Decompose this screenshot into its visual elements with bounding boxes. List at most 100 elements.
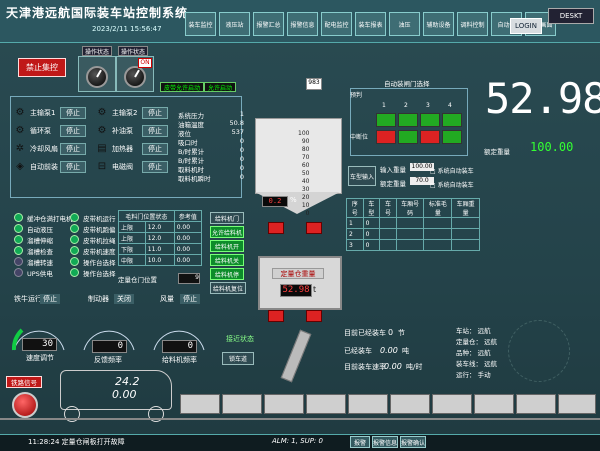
nav-alarm-summary[interactable]: 报警汇总 — [253, 12, 284, 36]
param-value: 1 — [239, 110, 244, 118]
desktop-button[interactable]: DESKT — [548, 8, 594, 24]
nav-hydraulic[interactable]: 液压站 — [219, 12, 250, 36]
status-lamp — [14, 224, 23, 233]
table-row[interactable]: 10 — [346, 217, 480, 229]
table-header: 车型 — [362, 198, 381, 218]
auto-load-option[interactable]: □ 系统自动装车 — [430, 180, 474, 189]
table-cell: 0 — [362, 228, 381, 240]
operation-selector-knob[interactable] — [124, 66, 146, 88]
feeder-reset-button[interactable]: 给料机复位 — [210, 282, 246, 294]
pump-icon: ⚙ — [97, 107, 107, 118]
feeder-open-button[interactable]: 给料机开 — [210, 240, 244, 252]
alarm-info-button[interactable]: 报警信息 — [372, 436, 398, 448]
allow-start-button[interactable]: 允许启动 — [204, 82, 236, 92]
table-cell — [451, 239, 480, 251]
hopper-scale: 100 90 80 70 60 50 40 30 20 10 0 — [298, 130, 309, 218]
nav-alarm-info[interactable]: 报警信息 — [287, 12, 318, 36]
equipment-list-left: ⚙ 主输泵1 停止 ⚙ 循环泵 停止 ✲ 冷却风扇 停止 ◈ 自动前装 停止 — [14, 104, 86, 176]
equipment-state: 停止 — [142, 125, 168, 137]
nav-material[interactable]: 调料控制 — [457, 12, 488, 36]
mode-selector-knob[interactable] — [86, 66, 108, 88]
matrix-cell[interactable] — [442, 130, 462, 144]
table-cell: 12.0 — [144, 232, 175, 244]
rail-car — [474, 394, 514, 414]
feeder-allow-button[interactable]: 允许给料机 — [210, 226, 244, 238]
table-row: 上限 12.0 0.00 — [118, 232, 203, 244]
table-cell: 11.0 — [144, 243, 175, 255]
matrix-cell[interactable] — [398, 130, 418, 144]
status-label: 溜槽转速 — [27, 258, 53, 267]
table-cell: 0 — [362, 239, 381, 251]
table-header: 序号 — [346, 198, 364, 218]
centralized-control-disable-button[interactable]: 禁止集控 — [18, 58, 66, 77]
alarm-ack-button[interactable]: 报警确认 — [400, 436, 426, 448]
gauge-label: 风量 — [160, 295, 174, 303]
equipment-label: 主输泵1 — [30, 109, 56, 117]
matrix-cell[interactable] — [420, 113, 440, 127]
datetime: 2023/2/11 15:56:47 — [92, 25, 162, 33]
track-status-label: 接近状态 — [226, 335, 254, 343]
nav-power[interactable]: 配电监控 — [321, 12, 352, 36]
table-row[interactable]: 20 — [346, 228, 480, 240]
param-row: 取料机时 0 — [178, 164, 244, 174]
status-item: 皮带机速度 — [70, 245, 116, 256]
nav-aux[interactable]: 辅助设备 — [423, 12, 454, 36]
equipment-label: 加热器 — [112, 145, 133, 153]
auto-load-option[interactable]: □ 系统自动装车 — [430, 166, 474, 175]
car-type-input-button[interactable]: 车型输入 — [348, 166, 376, 186]
feeder-stop-button[interactable]: 给料机停 — [210, 268, 244, 280]
gate-right-indicator — [306, 222, 322, 234]
load-rate-value: 0.00 — [384, 362, 402, 371]
alarm-button[interactable]: 报警 — [350, 436, 370, 448]
table-cell — [395, 217, 425, 229]
matrix-cell[interactable] — [420, 130, 440, 144]
table-cell: 12.0 — [144, 221, 175, 233]
table-row[interactable]: 30 — [346, 239, 480, 251]
info-value: 远航 — [484, 360, 498, 368]
table-header: 毛料门位置状态 — [118, 210, 175, 222]
matrix-cell[interactable] — [398, 113, 418, 127]
matrix-col-label: 4 — [448, 102, 452, 109]
param-label: 吸口时 — [178, 139, 198, 147]
scale-tick: 100 — [298, 130, 310, 137]
equipment-label: 自动前装 — [30, 163, 58, 171]
param-row: 系统压力 1 — [178, 110, 244, 120]
feeder-door-button[interactable]: 给料机门 — [210, 212, 244, 224]
param-label: B/时累计 — [178, 157, 205, 165]
rail-signal-lamp[interactable] — [12, 392, 38, 418]
info-row: 运行： 手动 — [456, 371, 491, 379]
locomotive-reading-bottom: 0.00 — [112, 388, 137, 401]
nav-monitor[interactable]: 装车监控 — [185, 12, 216, 36]
weigh-display: 52.98 — [280, 284, 312, 297]
matrix-cell[interactable] — [376, 113, 396, 127]
table-cell: 0.00 — [173, 254, 203, 266]
hopper-level-display: 0.2 — [262, 196, 288, 207]
nav-bar: 装车监控 液压站 报警汇总 报警信息 配电监控 装车报表 油压 辅助设备 调料控… — [185, 12, 556, 36]
scale-tick: 70 — [301, 154, 310, 161]
belt-allow-start-button[interactable]: 皮带允许启动 — [160, 82, 204, 92]
status-list-right: 皮带机运行 皮带机跑偏 皮带机拉绳 皮带机速度 操作台选择 操作台选择 — [70, 212, 116, 278]
matrix-cell[interactable] — [376, 130, 396, 144]
status-lamp — [14, 257, 23, 266]
feeder-readout: 0 — [162, 340, 197, 353]
status-label: 溜槽伸缩 — [27, 236, 53, 245]
param-value: 0 — [239, 173, 244, 181]
table-header: 车号 — [379, 198, 397, 218]
matrix-cell[interactable] — [442, 113, 462, 127]
nav-oil[interactable]: 油压 — [389, 12, 420, 36]
equipment-label: 主输泵2 — [112, 109, 138, 117]
gate-position-table: 毛料门位置状态 参考值 上限 12.0 0.00 上限 12.0 0.00 下限 11.0… — [118, 210, 203, 266]
rail-car — [306, 394, 346, 414]
status-item: 皮带机跑偏 — [70, 223, 116, 234]
lock-track-button[interactable]: 锁车道 — [222, 352, 254, 365]
feeder-caption: 给料机频率 — [162, 356, 197, 364]
table-header: 标准毛量 — [423, 198, 453, 218]
rail-car — [264, 394, 304, 414]
nav-report[interactable]: 装车报表 — [355, 12, 386, 36]
status-label: 皮带机跑偏 — [83, 225, 116, 234]
equipment-row: ⚙ 补油泵 停止 — [96, 122, 168, 140]
gauge-state: 停止 — [180, 294, 200, 304]
login-button[interactable]: LOGIN — [510, 18, 542, 34]
equipment-row: ⚙ 主输泵2 停止 — [96, 104, 168, 122]
feeder-close-button[interactable]: 给料机关 — [210, 254, 244, 266]
